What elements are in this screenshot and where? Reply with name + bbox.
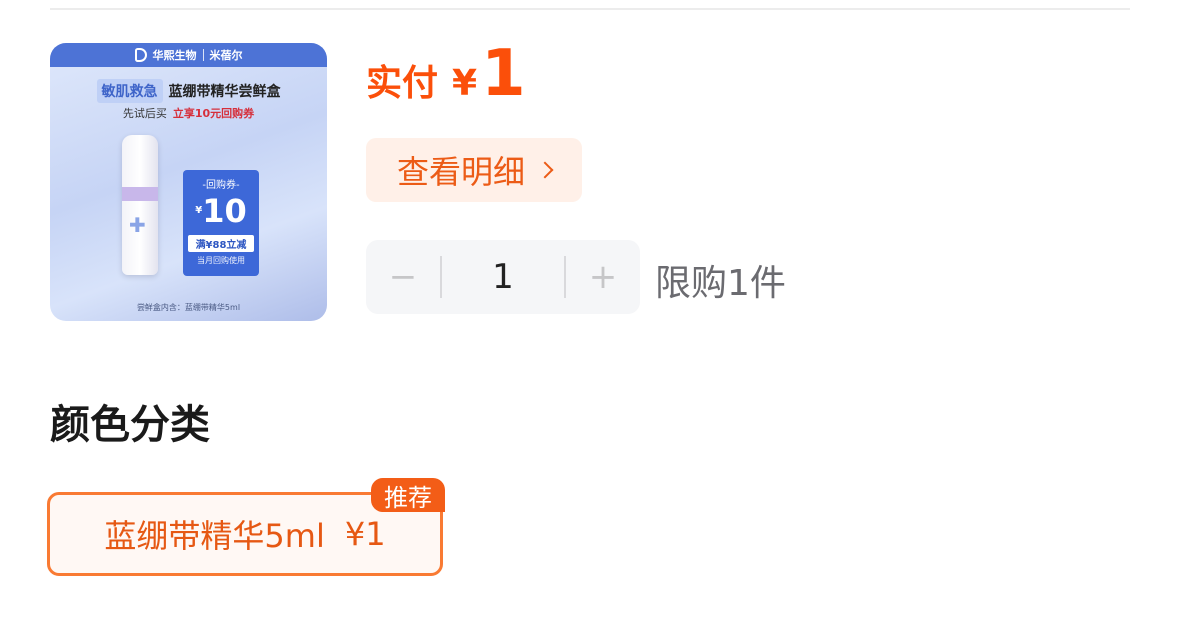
- bottle-cross-icon: ✚: [129, 213, 146, 237]
- purchase-limit: 限购1件: [655, 263, 786, 304]
- image-footer: 尝鲜盒内含：蓝绷带精华5ml: [136, 303, 241, 312]
- price-label: 实付: [366, 63, 439, 104]
- coupon-title: -回购券-: [202, 180, 240, 191]
- image-subtitle-row: 先试后买 立享10元回购券: [50, 105, 327, 121]
- bottle-band: [122, 187, 158, 201]
- increment-button[interactable]: +: [566, 240, 640, 314]
- price-value: 1: [481, 37, 526, 111]
- image-brand-header: 华熙生物 米蓓尔: [50, 43, 327, 67]
- product-image[interactable]: 华熙生物 米蓓尔 敏肌救急 蓝绷带精华尝鲜盒 先试后买 立享10元回购券 ✚ -…: [50, 43, 327, 321]
- coupon-note: 当月回购使用: [197, 256, 245, 265]
- price-currency: ¥: [452, 63, 478, 104]
- image-title: 蓝绷带精华尝鲜盒: [168, 84, 281, 100]
- decrement-button[interactable]: −: [366, 240, 440, 314]
- brand-logo-icon: [134, 48, 147, 62]
- coupon-value: 10: [202, 192, 247, 230]
- recommended-tag: 推荐: [371, 478, 445, 512]
- image-brand-left: 华熙生物: [152, 49, 197, 62]
- image-subtitle-right: 立享10元回购券: [172, 107, 255, 120]
- price-row: 实付 ¥ 1: [366, 42, 526, 106]
- view-details-button[interactable]: 查看明细: [366, 138, 582, 202]
- variant-option-price: ¥1: [344, 515, 386, 553]
- variant-section-title: 颜色分类: [50, 402, 210, 448]
- image-title-row: 敏肌救急 蓝绷带精华尝鲜盒: [50, 79, 327, 103]
- coupon-condition: 满¥88立减: [188, 235, 254, 252]
- brand-separator: [202, 49, 204, 61]
- coupon-illustration: -回购券- ¥10 满¥88立减 当月回购使用: [183, 170, 259, 276]
- image-brand-right: 米蓓尔: [209, 49, 243, 62]
- quantity-input[interactable]: 1: [442, 257, 564, 297]
- variant-option-label: 蓝绷带精华5ml: [104, 517, 325, 555]
- serum-bottle-illustration: ✚: [122, 135, 158, 275]
- image-badge: 敏肌救急: [96, 79, 163, 103]
- view-details-label: 查看明细: [396, 153, 525, 191]
- plus-icon: +: [588, 257, 618, 297]
- coupon-value-row: ¥10: [183, 193, 259, 229]
- image-subtitle-left: 先试后买: [122, 107, 167, 120]
- top-divider: [50, 8, 1130, 10]
- chevron-right-icon: [536, 161, 554, 179]
- minus-icon: −: [388, 257, 418, 297]
- quantity-stepper: − 1 +: [366, 240, 640, 314]
